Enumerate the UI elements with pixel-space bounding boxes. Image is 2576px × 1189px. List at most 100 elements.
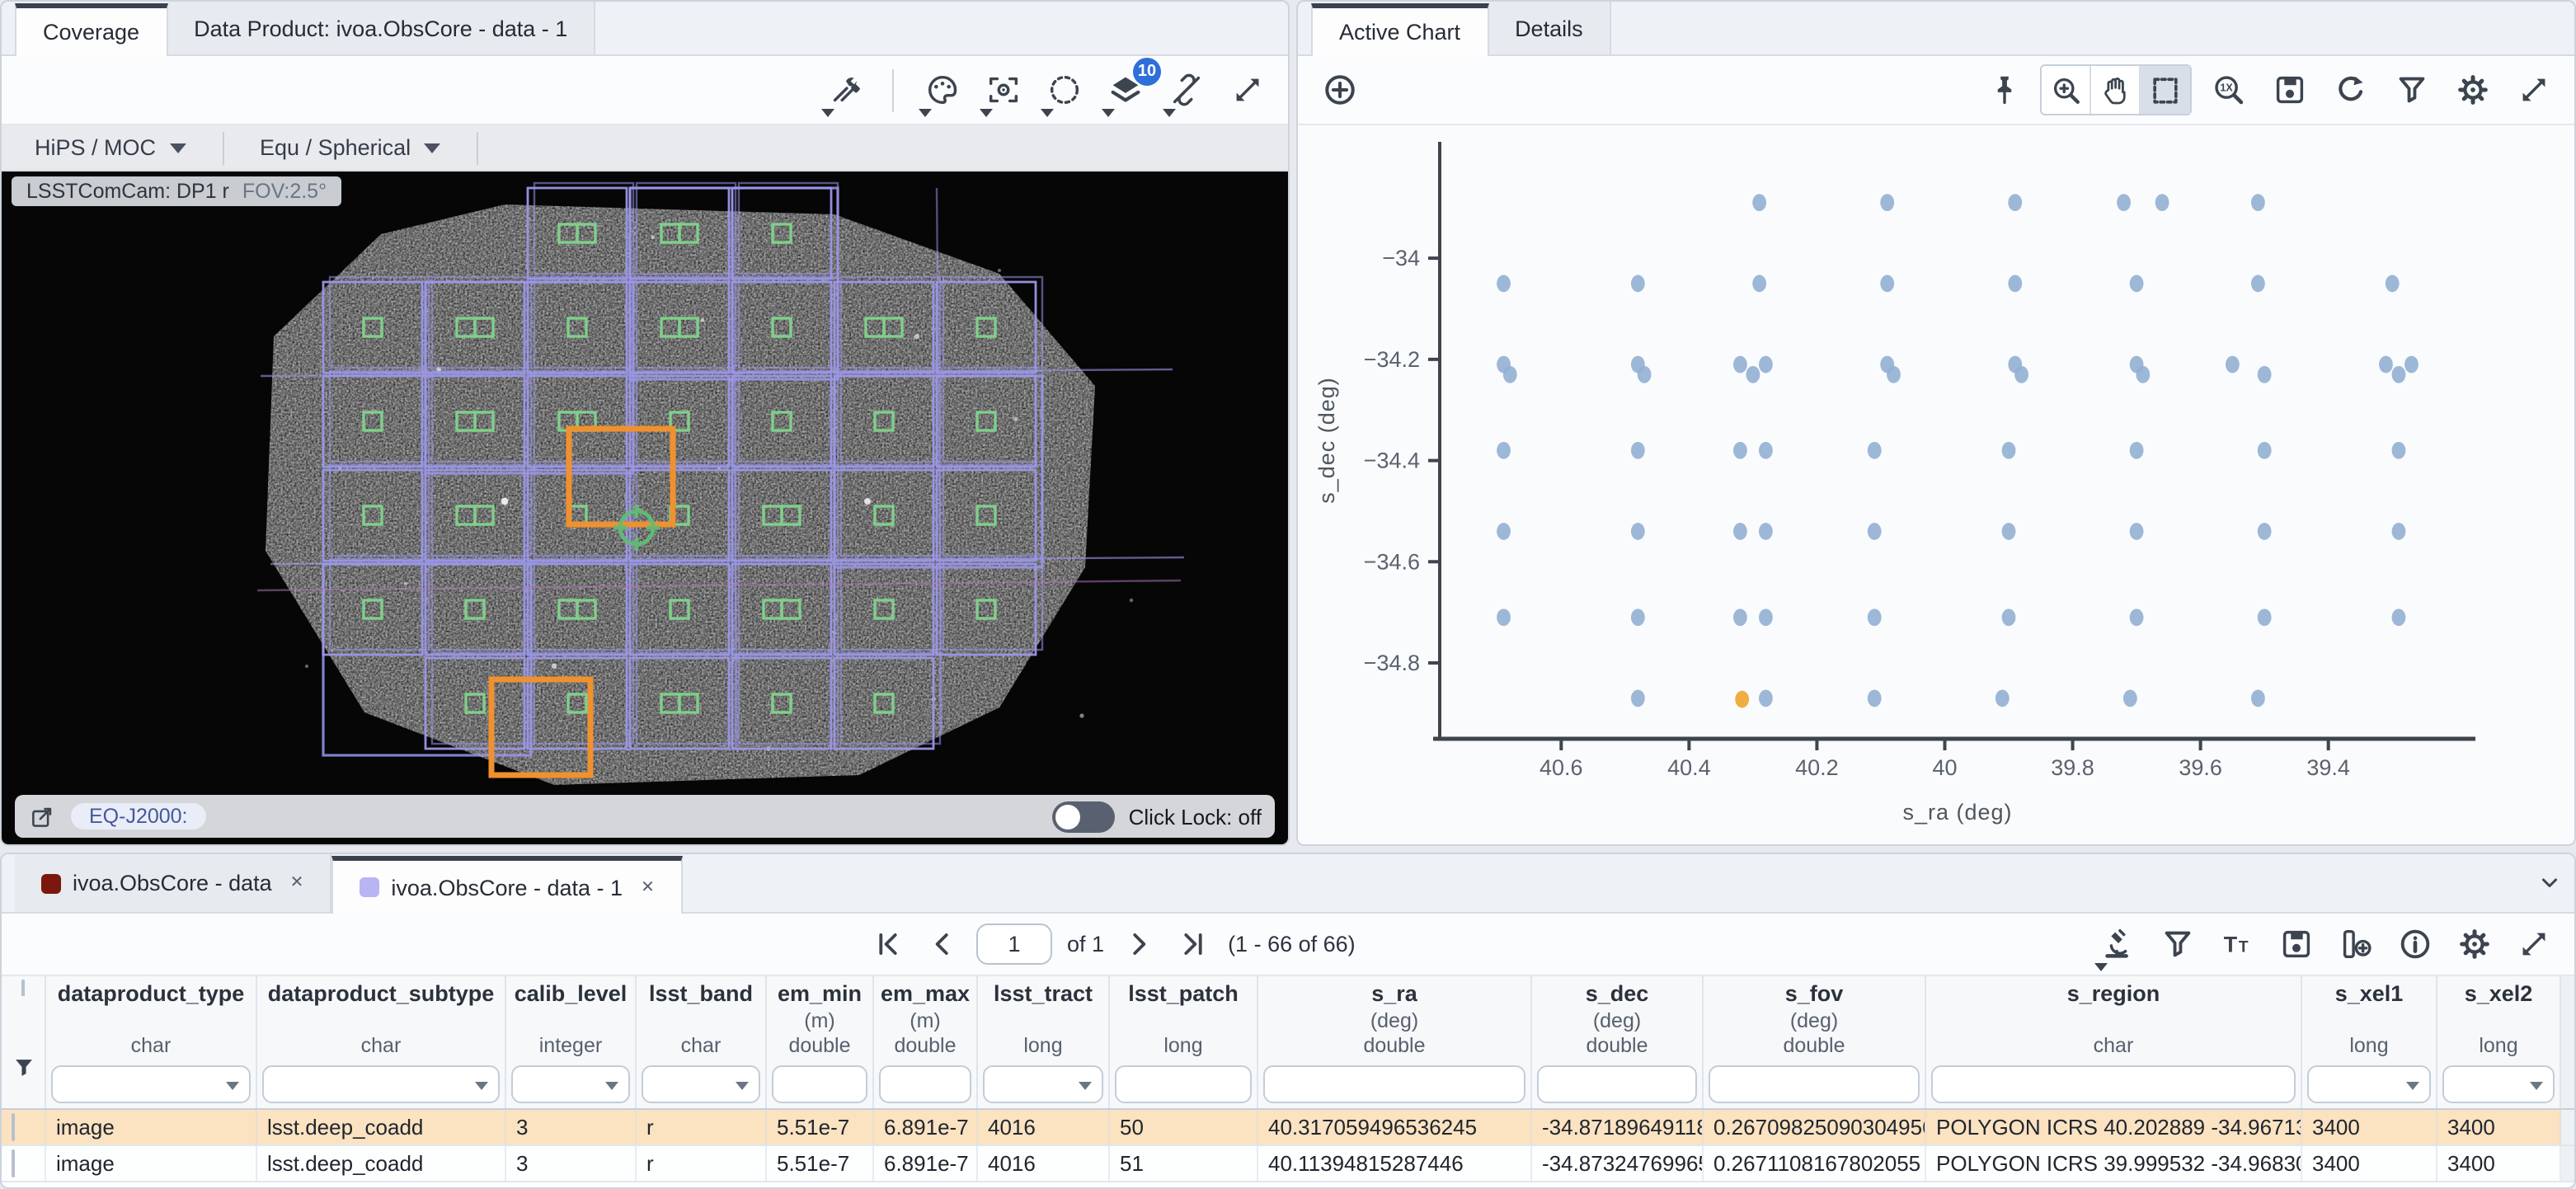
filter-input-calib_level[interactable] [511,1065,630,1103]
click-lock-toggle[interactable] [1053,801,1116,832]
filter-input-s_xel1[interactable] [2307,1065,2431,1103]
previous-page-button[interactable] [922,924,961,964]
chart-zoom-in-button[interactable] [2042,66,2091,114]
cell-s_fov: 0.26709825090304956 [1704,1110,1926,1144]
close-icon[interactable]: ✕ [641,878,655,896]
filter-input-dataproduct_type[interactable] [51,1065,251,1103]
column-name[interactable]: s_xel1 [2302,976,2436,1011]
svg-text:1X: 1X [2220,82,2233,94]
table-row[interactable]: imagelsst.deep_coadd3r5.51e-76.891e-7401… [2,1146,2574,1182]
coverage-map[interactable]: LSSTComCam: DP1 r FOV:2.5° EQ-J2000: Cli… [2,172,1288,844]
next-page-button[interactable] [1119,924,1159,964]
filter-input-s_region[interactable] [1931,1065,2296,1103]
column-unit [637,1011,765,1036]
coverage-palette-button[interactable] [917,65,966,115]
chart-gear-button[interactable] [2447,65,2497,115]
last-page-button[interactable] [1173,924,1213,964]
filter-input-lsst_tract[interactable] [983,1065,1103,1103]
column-name[interactable]: em_min [767,976,872,1011]
table-gear-button[interactable] [2449,919,2498,969]
filter-input-lsst_band[interactable] [642,1065,760,1103]
table-filter-button[interactable] [2152,919,2202,969]
column-name[interactable]: calib_level [506,976,635,1011]
column-name[interactable]: s_ra [1258,976,1530,1011]
table-row[interactable] [2,1182,2574,1187]
open-external-icon[interactable] [28,802,56,830]
projection-dropdown[interactable]: Equ / Spherical [250,134,450,162]
filter-input-s_dec[interactable] [1537,1065,1697,1103]
data-point [1497,442,1511,459]
row-checkbox[interactable] [12,1149,15,1177]
filter-input-s_fov[interactable] [1709,1065,1920,1103]
filter-input-lsst_patch[interactable] [1115,1065,1252,1103]
column-name[interactable]: dataproduct_type [46,976,256,1011]
tab-overflow-chevron[interactable] [2535,867,2564,897]
cell-s_region: POLYGON ICRS 40.202889 -34.967138 40. [1926,1110,2302,1144]
x-tick-label: 39.6 [2179,755,2222,780]
header-column-lsst_band: lsst_bandchar [637,976,767,1108]
table-info-button[interactable] [2390,919,2439,969]
column-name[interactable]: em_max [874,976,976,1011]
row-checkbox[interactable] [12,1113,15,1141]
chart-filter-button[interactable] [2386,65,2436,115]
coverage-tab-0[interactable]: Coverage [15,3,167,56]
first-page-button[interactable] [867,924,907,964]
projection-label: Equ / Spherical [260,135,411,160]
chart-select-rect-button[interactable] [2141,66,2190,114]
star [998,269,1001,272]
row-select-cell [2,1146,46,1181]
column-name[interactable]: s_xel2 [2437,976,2560,1011]
coverage-recenter-button[interactable] [978,65,1027,115]
scatter-chart[interactable]: 40.640.440.24039.839.639.4−34−34.2−34.4−… [1298,125,2574,844]
column-name[interactable]: dataproduct_subtype [257,976,505,1011]
table-row[interactable]: imagelsst.deep_coadd3r5.51e-76.891e-7401… [2,1110,2574,1146]
click-lock-label: Click Lock: off [1129,804,1262,829]
chart-circle-plus-button[interactable] [1314,65,1364,115]
chart-tab-1[interactable]: Details [1488,2,1611,54]
chart-save-button[interactable] [2264,65,2314,115]
table-add-column-button[interactable] [2330,919,2380,969]
chart-area[interactable]: 40.640.440.24039.839.639.4−34−34.2−34.4−… [1298,125,2574,846]
table-microscope-button[interactable] [2093,919,2142,969]
chart-rotate-button[interactable] [2325,65,2375,115]
chart-tab-0[interactable]: Active Chart [1311,3,1488,56]
table-save-button[interactable] [2271,919,2320,969]
column-name[interactable]: lsst_patch [1110,976,1257,1011]
column-name[interactable]: s_dec [1532,976,1702,1011]
filter-input-s_xel2[interactable] [2442,1065,2555,1103]
data-point [1733,356,1747,374]
sky-map-canvas[interactable] [10,172,1280,790]
column-unit [2437,1011,2560,1036]
table-tab-1[interactable]: ivoa.ObsCore - data - 1✕ [331,856,682,914]
table-tab-0[interactable]: ivoa.ObsCore - data✕ [15,854,331,912]
coverage-subbar: HiPS / MOC Equ / Spherical [2,125,1288,172]
coverage-layers-button[interactable]: 10 [1100,65,1149,115]
coverage-circle-select-button[interactable] [1039,65,1088,115]
filter-input-em_max[interactable] [879,1065,971,1103]
page-number-input[interactable] [976,923,1052,965]
chart-pin-button[interactable] [1979,65,2028,115]
data-point [2251,194,2265,211]
table-expand-button[interactable] [2508,919,2558,969]
column-name[interactable]: lsst_tract [978,976,1108,1011]
chart-toolbar: 1X [1298,56,2574,125]
chart-expand-button[interactable] [2508,65,2558,115]
open-external-icon [28,802,56,830]
chart-zoom-1x-button[interactable]: 1X [2203,65,2253,115]
column-name[interactable]: s_fov [1704,976,1925,1011]
close-icon[interactable]: ✕ [290,874,304,892]
select-all-checkbox[interactable] [21,980,25,997]
table-text-tt-button[interactable]: TT [2212,919,2261,969]
filter-input-dataproduct_subtype[interactable] [262,1065,500,1103]
filter-input-s_ra[interactable] [1263,1065,1525,1103]
filter-input-em_min[interactable] [772,1065,867,1103]
coverage-tab-1[interactable]: Data Product: ivoa.ObsCore - data - 1 [167,2,595,54]
column-name[interactable]: s_region [1926,976,2301,1011]
column-name[interactable]: lsst_band [637,976,765,1011]
column-filter-cell [874,1060,976,1108]
coverage-unlink-button[interactable] [1161,65,1210,115]
coverage-tools-button[interactable] [820,65,869,115]
coverage-expand-button[interactable] [1222,65,1272,115]
hips-moc-dropdown[interactable]: HiPS / MOC [25,134,195,162]
chart-hand-button[interactable] [2091,66,2141,114]
